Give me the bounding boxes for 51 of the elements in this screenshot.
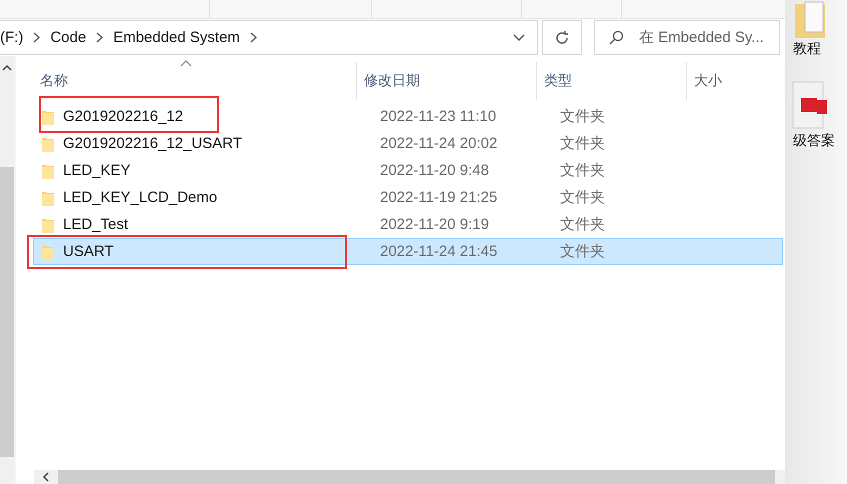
file-type: 文件夹	[559, 107, 606, 126]
chevron-icon[interactable]	[96, 32, 104, 43]
file-name: USART	[63, 243, 114, 260]
file-name: G2019202216_12	[63, 108, 184, 125]
breadcrumb[interactable]: Embedded System	[113, 29, 240, 46]
column-header[interactable]: 修改日期	[357, 62, 537, 100]
file-row[interactable]: LED_KEY 2022-11-20 9:48 文件夹	[33, 157, 783, 184]
file-type: 文件夹	[559, 188, 606, 207]
address-bar[interactable]: (F:) Code Embedded System	[0, 20, 538, 55]
desktop-icon-label[interactable]: 教程	[793, 40, 821, 58]
file-name: G2019202216_12_USART	[63, 135, 242, 152]
folder-icon	[42, 216, 54, 232]
scroll-up-icon[interactable]	[2, 64, 12, 71]
sort-caret-icon	[180, 60, 192, 67]
file-type: 文件夹	[559, 134, 606, 153]
modified-date: 2022-11-24 21:45	[379, 243, 498, 260]
folder-icon	[42, 108, 54, 124]
refresh-icon	[554, 30, 570, 46]
file-type: 文件夹	[559, 242, 606, 261]
search-field[interactable]: 在 Embedded Sy...	[594, 20, 780, 55]
file-row[interactable]: USART 2022-11-24 21:45 文件夹	[33, 238, 783, 265]
desktop-icon-label[interactable]: 级答案	[793, 132, 835, 150]
modified-date: 2022-11-23 11:10	[379, 108, 498, 125]
dropdown-icon[interactable]	[513, 34, 525, 42]
modified-date: 2022-11-19 21:25	[379, 189, 498, 206]
file-name: LED_Test	[63, 216, 128, 233]
folder-icon	[42, 162, 54, 178]
breadcrumb[interactable]: Code	[50, 29, 86, 46]
modified-date: 2022-11-20 9:19	[379, 216, 490, 233]
vertical-scrollbar[interactable]	[0, 56, 14, 484]
refresh-button[interactable]	[542, 20, 582, 55]
file-type: 文件夹	[559, 215, 606, 234]
chevron-icon[interactable]	[250, 32, 257, 43]
folder-icon	[42, 136, 54, 152]
modified-date: 2022-11-24 20:02	[379, 135, 498, 152]
file-type: 文件夹	[559, 161, 606, 180]
column-header[interactable]: 名称	[16, 62, 357, 100]
modified-date: 2022-11-20 9:48	[379, 162, 490, 179]
file-row[interactable]: LED_KEY_LCD_Demo 2022-11-19 21:25 文件夹	[33, 184, 783, 211]
folder-icon	[42, 244, 54, 260]
file-row[interactable]: G2019202216_12 2022-11-23 11:10 文件夹	[33, 103, 783, 130]
file-name: LED_KEY	[63, 162, 131, 179]
breadcrumb[interactable]: (F:)	[0, 29, 24, 46]
folder-icon	[42, 190, 54, 206]
file-name: LED_KEY_LCD_Demo	[63, 189, 218, 206]
column-header[interactable]: 类型	[537, 62, 687, 100]
horizontal-scrollbar[interactable]	[34, 470, 787, 484]
file-row[interactable]: LED_Test 2022-11-20 9:19 文件夹	[33, 211, 783, 238]
file-row[interactable]: G2019202216_12_USART 2022-11-24 20:02 文件夹	[33, 130, 783, 157]
chevron-icon[interactable]	[33, 32, 40, 43]
search-icon	[608, 30, 624, 46]
